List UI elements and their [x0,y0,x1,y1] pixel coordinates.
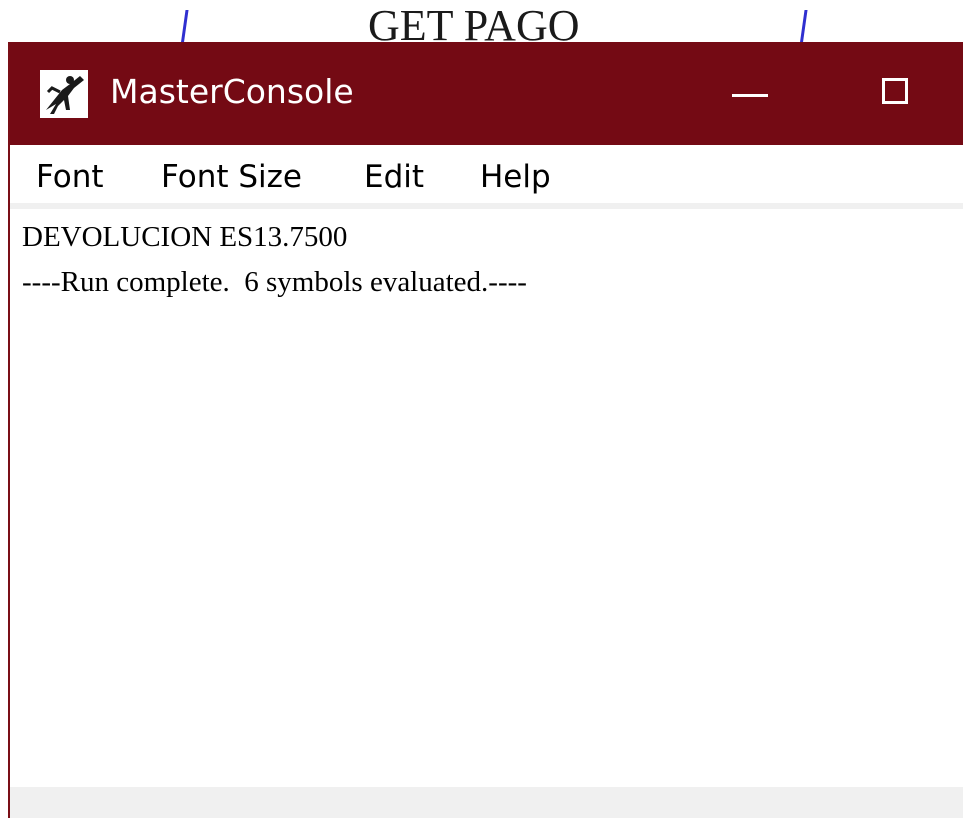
console-line: ----Run complete. 6 symbols evaluated.--… [22,266,527,298]
title-bar[interactable]: MasterConsole [10,42,963,145]
minimize-icon [732,94,768,97]
background-divider-line [180,10,189,46]
menu-item-font[interactable]: Font [36,159,104,196]
menu-item-font-size[interactable]: Font Size [161,159,302,196]
window-title: MasterConsole [110,72,354,111]
status-bar [10,787,963,818]
menu-item-help[interactable]: Help [480,159,551,196]
minimize-button[interactable] [710,42,802,145]
app-figure-icon [40,70,88,118]
background-divider-line [799,10,808,46]
menu-bar: Font Font Size Edit Help [10,145,963,203]
menu-item-edit[interactable]: Edit [364,159,424,196]
console-output[interactable]: DEVOLUCION ES13.7500 ----Run complete. 6… [10,209,963,787]
maximize-button[interactable] [852,42,944,145]
maximize-icon [882,78,908,104]
console-line: DEVOLUCION ES13.7500 [22,221,348,253]
masterconsole-window: MasterConsole Font Font Size Edit Help D… [8,42,963,818]
